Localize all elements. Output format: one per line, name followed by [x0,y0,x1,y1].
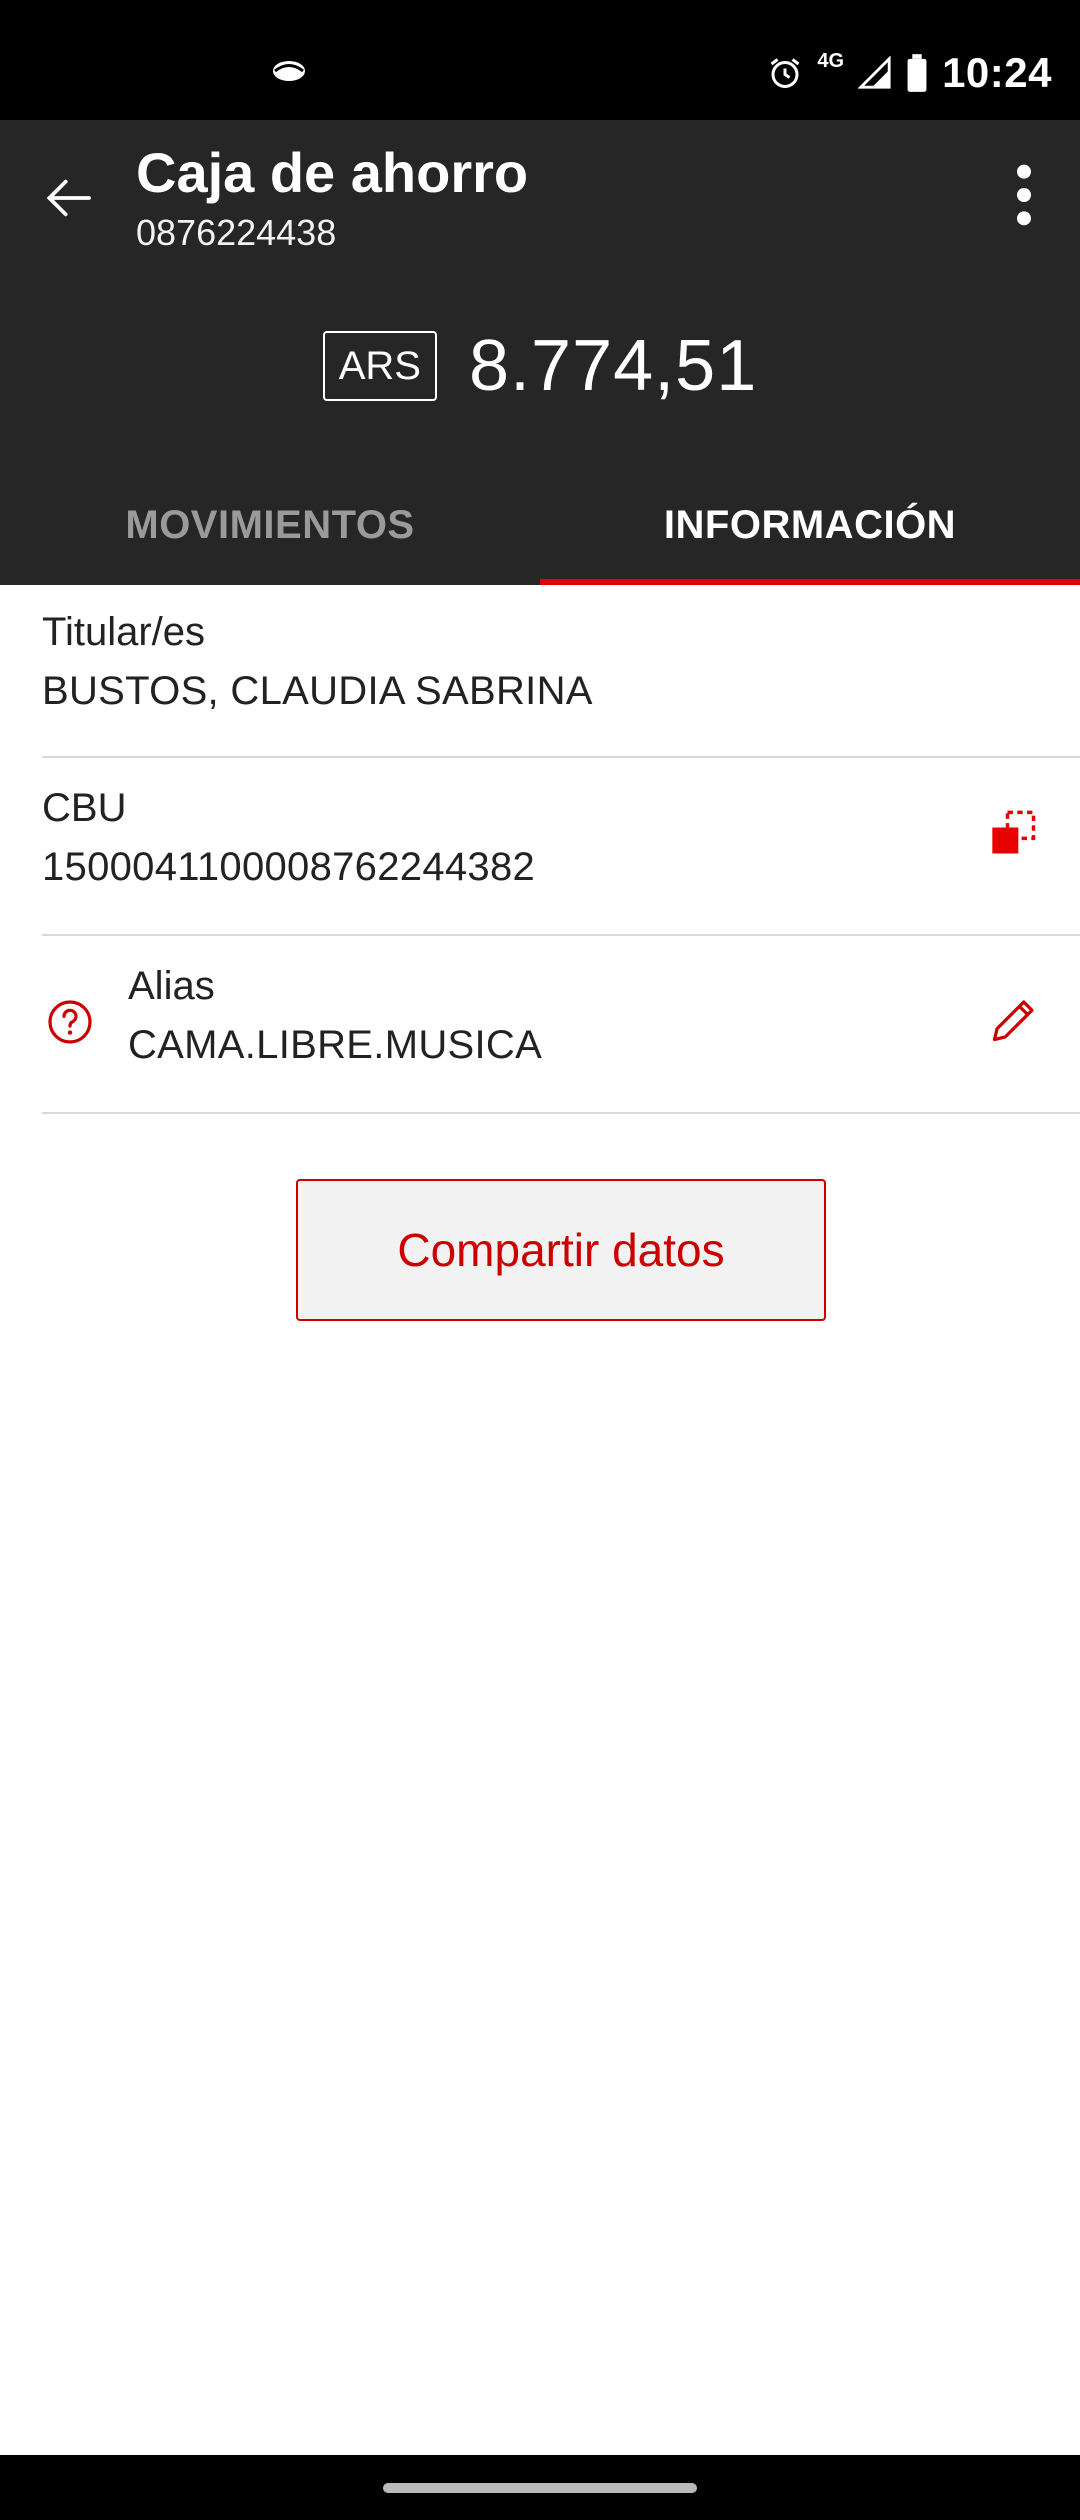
status-bar: 4G 10:24 [0,0,1080,120]
balance-amount: 8.774,51 [468,326,758,406]
more-options-icon[interactable] [994,160,1054,230]
cbu-label: CBU [42,786,127,830]
account-number: 0876224438 [136,212,337,253]
notification-icon [273,61,305,81]
clock: 10:24 [942,49,1052,96]
currency-badge: ARS [322,331,437,401]
alarm-icon [770,58,800,88]
signal-icon [858,56,891,89]
page-title: Caja de ahorro [136,141,529,204]
status-icons: 4G 10:24 [767,44,1052,102]
home-gesture-handle[interactable] [383,2483,697,2493]
holders-row: Titular/es BUSTOS, CLAUDIA SABRINA [42,610,1080,758]
alias-value: CAMA.LIBRE.MUSICA [128,1023,543,1067]
tab-informacion[interactable]: INFORMACIÓN [540,465,1080,585]
back-arrow-icon[interactable] [40,170,96,226]
app-header: Caja de ahorro 0876224438 ARS 8.774,51 M… [0,120,1080,585]
cbu-value: 1500041100008762244382 [42,845,536,889]
cbu-row: CBU 1500041100008762244382 [42,786,1080,936]
copy-icon[interactable] [988,808,1040,860]
battery-icon [907,54,927,92]
tab-bar: MOVIMIENTOS INFORMACIÓN [0,465,1080,585]
alias-label: Alias [128,964,215,1008]
holders-label: Titular/es [42,610,206,654]
balance: ARS 8.774,51 [0,325,1080,407]
tab-movimientos[interactable]: MOVIMIENTOS [0,465,540,585]
edit-pencil-icon[interactable] [988,994,1040,1046]
holders-value: BUSTOS, CLAUDIA SABRINA [42,669,593,713]
help-icon[interactable] [46,998,94,1046]
share-data-button[interactable]: Compartir datos [296,1179,826,1321]
network-type: 4G [817,49,845,72]
alias-row: Alias CAMA.LIBRE.MUSICA [42,964,1080,1114]
